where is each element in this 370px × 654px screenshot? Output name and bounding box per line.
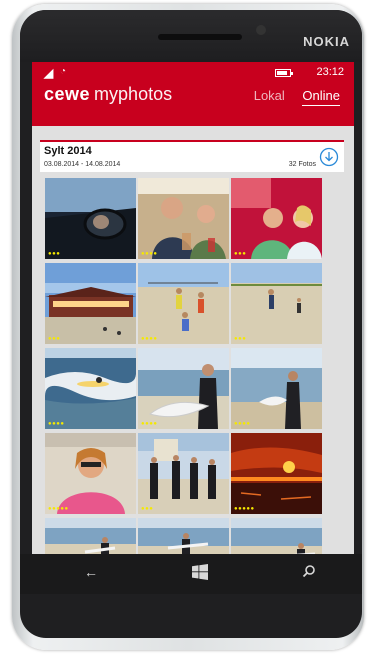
rating-dots: ●●● [141,506,154,512]
photo-thumbnail-beach-players[interactable]: ●●● [231,263,322,344]
photo-image [231,433,322,514]
photo-image [138,263,229,344]
photo-thumbnail-beach-restaurant[interactable]: ●●● [45,263,136,344]
rating-dots: ●●● [234,336,247,342]
back-icon[interactable]: ← [84,564,98,580]
photo-thumbnail-sunset[interactable]: ●●●●● [231,433,322,514]
device-brand: NOKIA [303,34,350,49]
tab-online[interactable]: Online [302,88,340,106]
rating-dots: ●●●●● [234,506,255,512]
app-header: ◢ ◔ 23:12 cewe myphotos Lokal Online [32,62,354,126]
photo-thumbnail-men-at-bar[interactable]: ●●●● [138,178,229,259]
photo-thumbnail-surfers-group[interactable]: ●●● [138,433,229,514]
app-brand-bold: cewe [44,84,91,104]
rating-dots: ●●●●● [48,506,69,512]
photo-thumbnail-surfer-wave[interactable]: ●●●● [45,348,136,429]
photo-thumbnail-beach-volleyball[interactable]: ●●●● [138,263,229,344]
rating-dots: ●●● [48,251,61,257]
rating-dots: ●●●● [141,336,158,342]
tab-strip: Lokal Online [240,88,340,106]
rating-dots: ●●● [234,251,247,257]
app-brand-light: myphotos [94,84,173,104]
photo-image [231,263,322,344]
rating-dots: ●●●● [234,421,251,427]
search-icon[interactable] [302,564,316,578]
front-camera [256,25,266,35]
wifi-icon: ◔ [60,66,67,77]
album-dates: 03.08.2014 - 14.08.2014 [44,161,121,168]
photo-thumbnail-wetsuit-surfboard[interactable]: ●●●● [138,348,229,429]
status-bar: ◢ ◔ 23:12 [32,62,354,82]
battery-icon [275,69,293,77]
bezel-top: NOKIA [20,10,362,62]
rating-dots: ●●●● [141,251,158,257]
photo-image [138,178,229,259]
signal-icon: ◢ [44,66,54,80]
download-icon[interactable] [319,147,339,167]
photo-thumbnail-surfer-walking[interactable]: ●●●● [231,348,322,429]
photo-image [231,178,322,259]
photo-image [138,348,229,429]
album-photo-count: 32 Fotos [288,161,316,168]
photo-image [231,348,322,429]
hardware-buttons: ← [20,554,362,594]
album-header[interactable]: Sylt 2014 03.08.2014 - 14.08.2014 32 Fot… [40,140,344,172]
photo-thumbnail-woman-pink-hoodie[interactable]: ●●●●● [45,433,136,514]
rating-dots: ●●●● [141,421,158,427]
photo-image [45,433,136,514]
album-content: Sylt 2014 03.08.2014 - 14.08.2014 32 Fot… [32,126,354,560]
photo-image [138,433,229,514]
tab-lokal[interactable]: Lokal [254,88,285,103]
windows-icon[interactable] [192,564,208,580]
photo-thumbnail-car-mirror[interactable]: ●●● [45,178,136,259]
phone-bezel: NOKIA ◢ ◔ 23:12 cewe myphotos Lokal Onlin… [20,10,362,638]
app-logo: cewe myphotos [44,84,172,105]
screen: ◢ ◔ 23:12 cewe myphotos Lokal Online Sylt… [32,62,354,560]
status-time: 23:12 [316,66,344,78]
speaker-grille [158,34,242,40]
rating-dots: ●●●● [48,421,65,427]
photo-image [45,263,136,344]
photo-image [45,348,136,429]
photo-image [45,178,136,259]
rating-dots: ●●● [48,336,61,342]
photo-thumbnail-couple-smiling[interactable]: ●●● [231,178,322,259]
album-title: Sylt 2014 [44,145,92,157]
